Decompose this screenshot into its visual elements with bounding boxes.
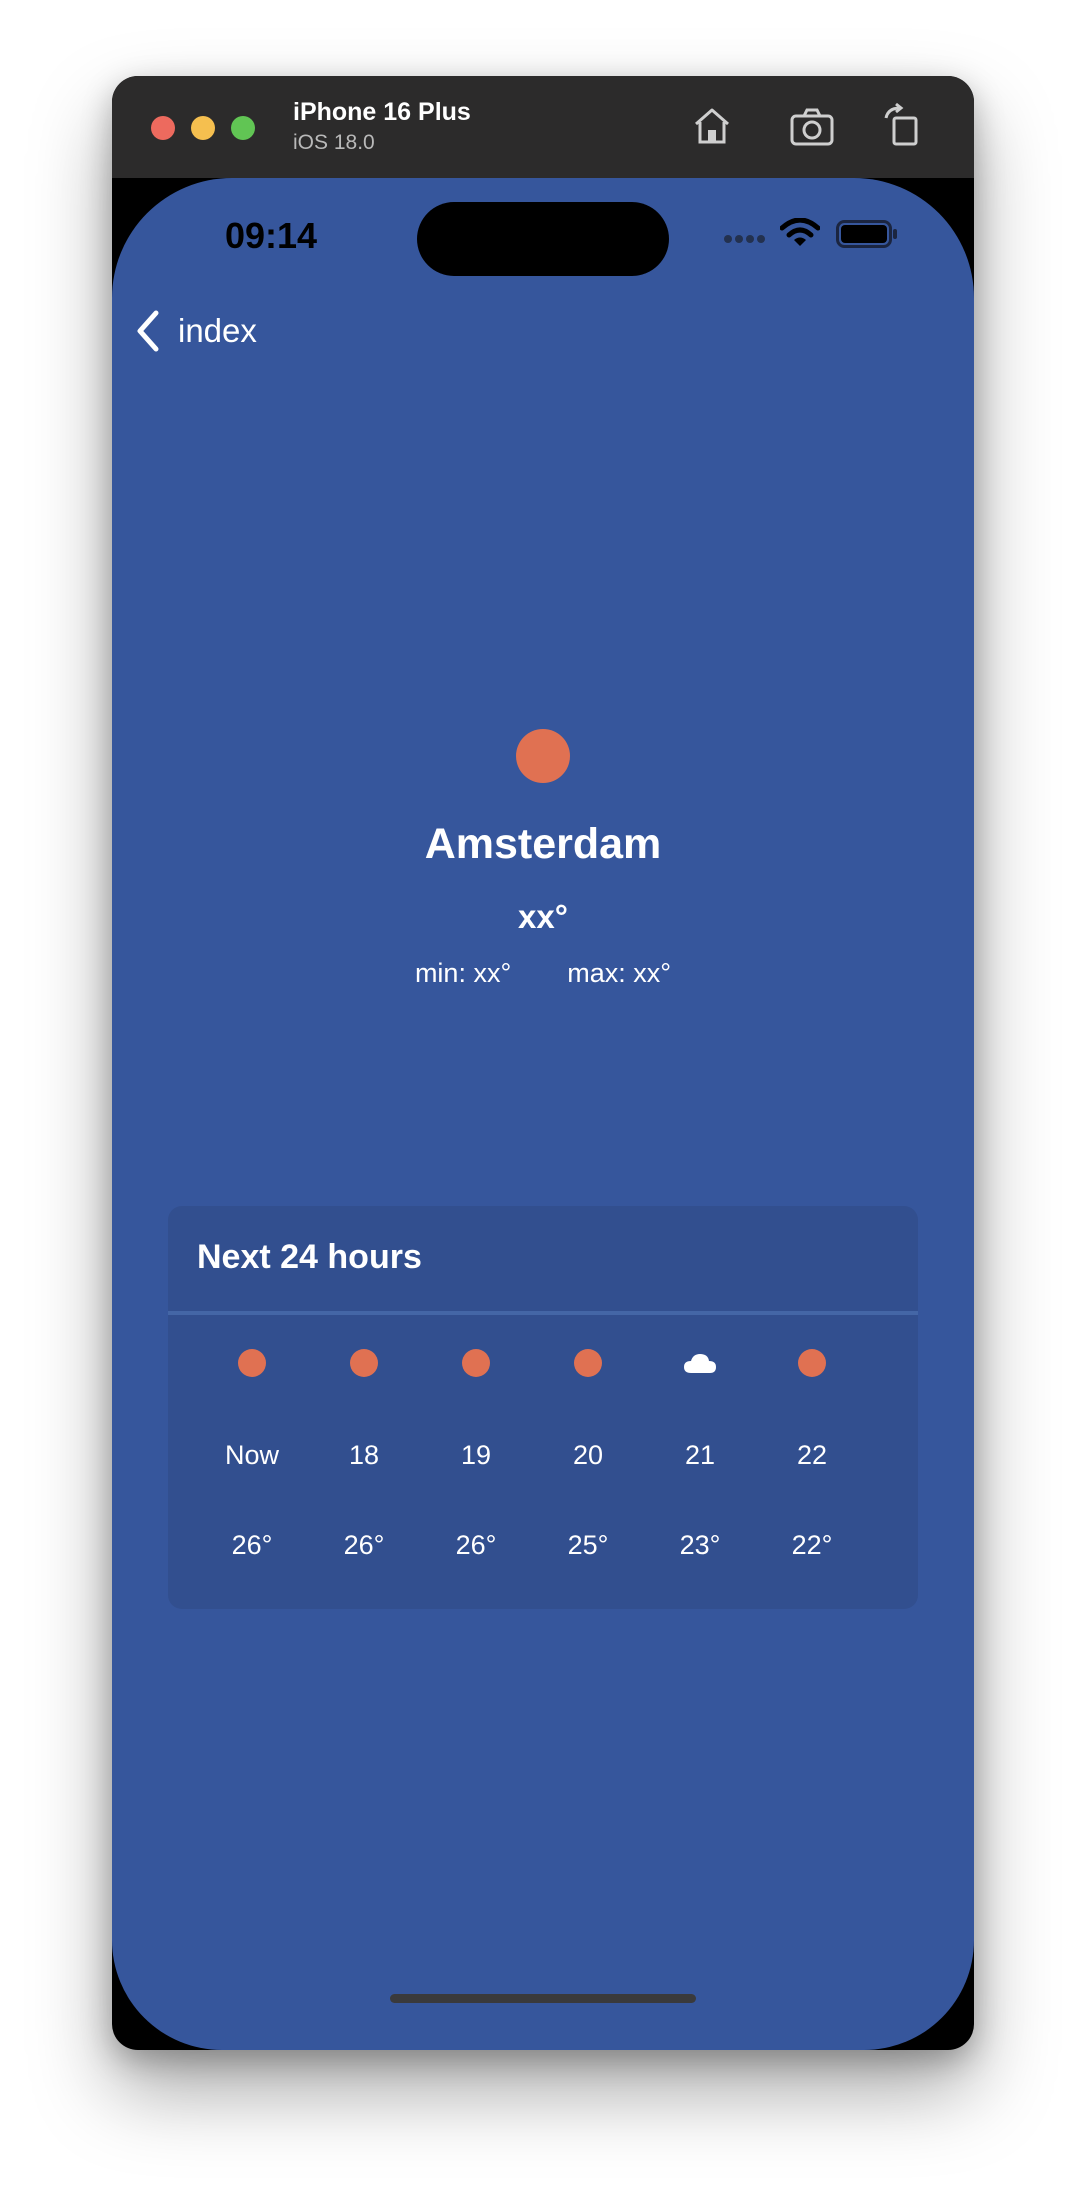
minimize-window-button[interactable] (191, 116, 215, 140)
os-version: iOS 18.0 (293, 131, 375, 154)
sun-icon (350, 1349, 378, 1377)
forecast-hour: 18 26° (308, 1336, 420, 1596)
dynamic-island (417, 202, 669, 276)
phone-screen: 09:14 index Amsterdam xx° min: xx° max: … (112, 178, 974, 2050)
city-name: Amsterdam (424, 820, 662, 868)
cellular-signal-icon (724, 230, 768, 248)
status-time: 09:14 (225, 215, 318, 256)
hour-label: 21 (684, 1440, 716, 1470)
sun-icon (798, 1349, 826, 1377)
hour-label: 20 (572, 1440, 604, 1470)
back-button[interactable]: index (134, 306, 257, 356)
hour-temperature: 22° (791, 1530, 833, 1560)
current-temperature: xx° (518, 898, 568, 935)
min-max-temperatures: min: xx° max: xx° (112, 958, 974, 989)
battery-icon (836, 220, 897, 248)
sun-icon (516, 729, 570, 783)
rotate-icon[interactable] (878, 102, 926, 150)
simulator-window: iPhone 16 Plus iOS 18.0 09:14 index Amst… (112, 76, 974, 2050)
home-icon[interactable] (688, 102, 736, 150)
hour-temperature: 26° (231, 1530, 273, 1560)
sun-icon (462, 1349, 490, 1377)
max-temperature: max: xx° (567, 958, 672, 988)
forecast-hour: 22 22° (756, 1336, 868, 1596)
cloud-icon (684, 1354, 716, 1373)
back-label: index (178, 312, 257, 349)
sun-icon (238, 1349, 266, 1377)
divider (168, 1311, 918, 1315)
forecast-hour: 20 25° (532, 1336, 644, 1596)
forecast-hour: 21 23° (644, 1336, 756, 1596)
close-window-button[interactable] (151, 116, 175, 140)
forecast-hour: Now 26° (196, 1336, 308, 1596)
simulator-titlebar: iPhone 16 Plus iOS 18.0 (112, 76, 974, 178)
chevron-left-icon (137, 310, 159, 352)
device-name: iPhone 16 Plus (293, 98, 471, 126)
hour-label: Now (224, 1440, 279, 1470)
hour-temperature: 23° (679, 1530, 721, 1560)
hour-label: 19 (460, 1440, 492, 1470)
home-indicator[interactable] (390, 1994, 696, 2003)
wifi-icon (780, 218, 820, 246)
hour-label: 22 (796, 1440, 828, 1470)
forecast-hour: 19 26° (420, 1336, 532, 1596)
sun-icon (574, 1349, 602, 1377)
hour-label: 18 (348, 1440, 380, 1470)
hour-temperature: 26° (343, 1530, 385, 1560)
hour-temperature: 26° (455, 1530, 497, 1560)
screenshot-icon[interactable] (788, 102, 836, 150)
forecast-title: Next 24 hours (197, 1238, 422, 1276)
hour-temperature: 25° (567, 1530, 609, 1560)
min-temperature: min: xx° (414, 958, 512, 988)
hourly-forecast-card: Next 24 hours Now 26° 18 26° 19 26° 20 2… (168, 1206, 918, 1609)
zoom-window-button[interactable] (231, 116, 255, 140)
